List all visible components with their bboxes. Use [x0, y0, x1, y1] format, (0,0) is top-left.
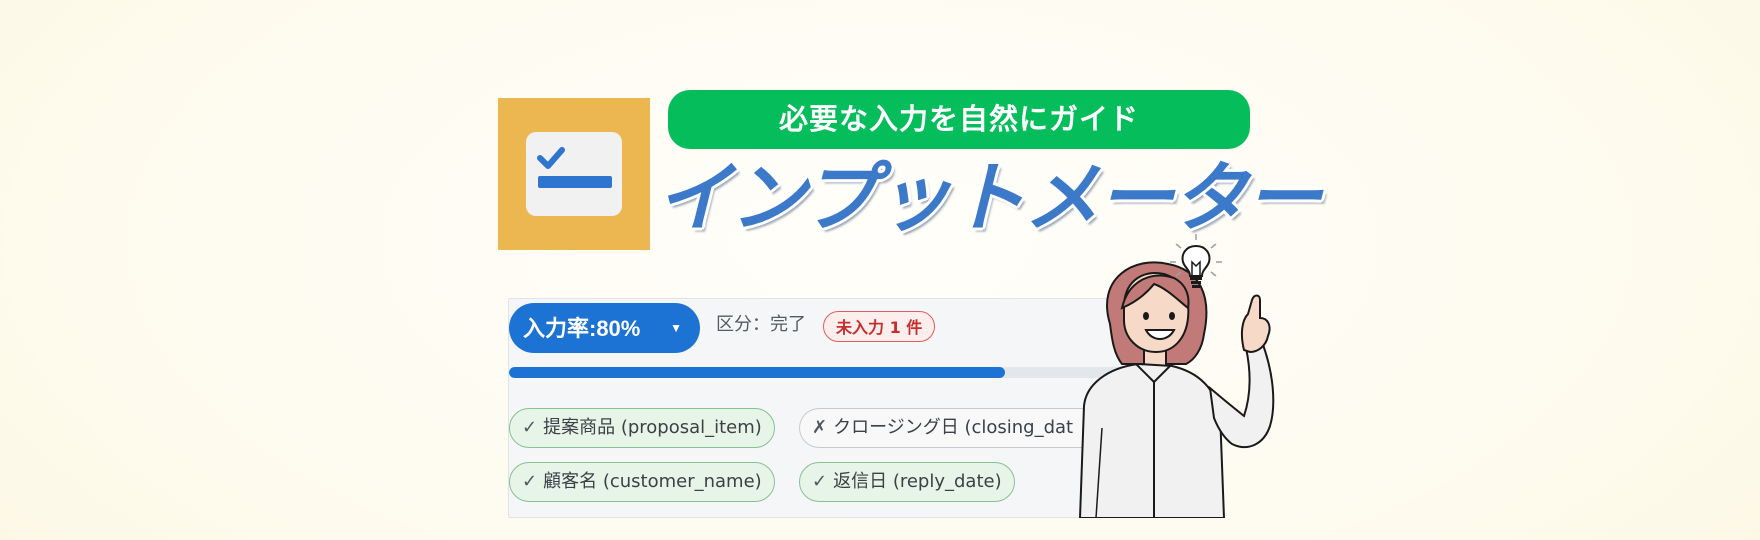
check-icon: ✓: [812, 471, 828, 492]
app-logo: [498, 98, 650, 250]
field-chip-proposal-item[interactable]: ✓ 提案商品 (proposal_item): [509, 408, 775, 448]
input-rate-dropdown[interactable]: 入力率:80% ▼: [509, 303, 700, 353]
check-icon: ✓: [522, 471, 538, 492]
missing-count-badge[interactable]: 未入力 1 件: [823, 311, 936, 342]
checklist-icon: [526, 132, 622, 216]
field-label: 返信日 (reply_date): [833, 471, 1002, 492]
field-chip-reply-date[interactable]: ✓ 返信日 (reply_date): [799, 462, 1015, 502]
field-chip-customer-name[interactable]: ✓ 顧客名 (customer_name): [509, 462, 775, 502]
field-label: 顧客名 (customer_name): [543, 471, 762, 492]
cross-icon: ✗: [812, 417, 828, 438]
input-rate-label: 入力率:80%: [523, 316, 641, 341]
field-label: クロージング日 (closing_dat: [833, 417, 1074, 438]
field-label: 提案商品 (proposal_item): [543, 417, 762, 438]
check-icon: ✓: [522, 417, 538, 438]
lightbulb-icon: [1166, 232, 1226, 300]
chevron-down-icon: ▼: [670, 321, 682, 335]
status-label: 区分：完了: [716, 314, 806, 335]
input-progress-fill: [509, 367, 1005, 378]
tagline-banner: 必要な入力を自然にガイド: [668, 90, 1250, 149]
input-progress-bar: [509, 367, 1129, 378]
input-meter-panel: 入力率:80% ▼ 区分：完了 未入力 1 件 ✓ 提案商品 (proposal_…: [508, 298, 1130, 518]
